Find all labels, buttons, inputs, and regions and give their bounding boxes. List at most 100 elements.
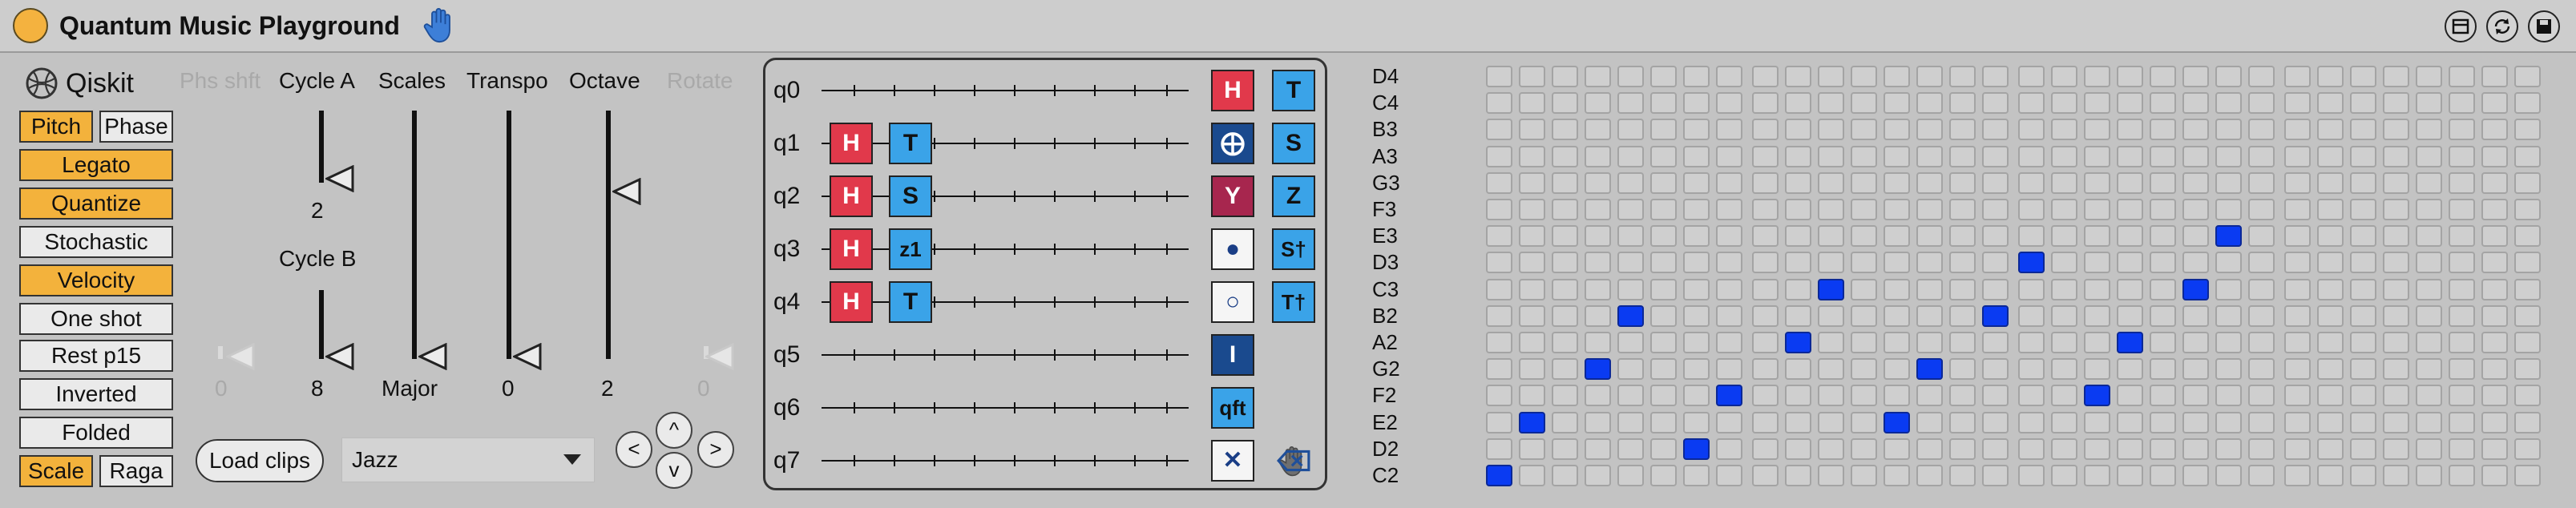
piano-roll-cell[interactable] xyxy=(2416,278,2442,300)
piano-roll-cell[interactable] xyxy=(2084,411,2110,433)
piano-roll-cell[interactable] xyxy=(1585,332,1611,353)
piano-roll-cell[interactable] xyxy=(1617,92,1644,115)
piano-roll-cell[interactable] xyxy=(2182,358,2209,381)
piano-roll-cell[interactable] xyxy=(1519,278,1545,300)
piano-roll-cell[interactable] xyxy=(2117,278,2143,300)
piano-roll-cell[interactable] xyxy=(2481,304,2508,327)
piano-roll-cell[interactable] xyxy=(1585,385,1611,407)
piano-roll-cell[interactable] xyxy=(1486,411,1512,433)
piano-roll-cell[interactable] xyxy=(1650,145,1677,167)
cycle-b-slider[interactable] xyxy=(319,290,324,359)
piano-roll-cell[interactable] xyxy=(2416,225,2442,248)
piano-roll-cell[interactable] xyxy=(1818,225,1844,248)
piano-roll-cell[interactable] xyxy=(2317,145,2344,167)
piano-roll-cell[interactable] xyxy=(2248,92,2275,115)
piano-roll-cell[interactable] xyxy=(1552,119,1578,141)
piano-roll-cell[interactable] xyxy=(1785,92,1811,115)
piano-roll-cell[interactable] xyxy=(1650,92,1677,115)
piano-roll-cell[interactable] xyxy=(1916,66,1943,87)
piano-roll-cell[interactable] xyxy=(1752,225,1779,248)
piano-roll-cell[interactable] xyxy=(2150,92,2176,115)
piano-roll-cell[interactable] xyxy=(2416,332,2442,353)
piano-roll-cell[interactable] xyxy=(1650,358,1677,381)
piano-roll-cell[interactable] xyxy=(1982,358,2009,381)
piano-roll-cell[interactable] xyxy=(2317,411,2344,433)
piano-roll-cell[interactable] xyxy=(1785,385,1811,407)
piano-roll-cell[interactable] xyxy=(2317,358,2344,381)
piano-roll-cell[interactable] xyxy=(1552,225,1578,248)
piano-roll-cell[interactable] xyxy=(2514,92,2541,115)
piano-roll-cell[interactable] xyxy=(1818,304,1844,327)
piano-roll-cell[interactable] xyxy=(2481,225,2508,248)
piano-roll-cell[interactable] xyxy=(1851,66,1877,87)
piano-roll-cell-active[interactable] xyxy=(2117,332,2143,353)
piano-roll-cell[interactable] xyxy=(2117,92,2143,115)
piano-roll-cell[interactable] xyxy=(1617,278,1644,300)
piano-roll-cell[interactable] xyxy=(2284,358,2311,381)
piano-roll-cell[interactable] xyxy=(1552,358,1578,381)
piano-roll-cell[interactable] xyxy=(2481,171,2508,194)
piano-roll-cell[interactable] xyxy=(1519,465,1545,486)
piano-roll-cell[interactable] xyxy=(2248,411,2275,433)
piano-roll-cell[interactable] xyxy=(2051,437,2077,460)
piano-roll-cell[interactable] xyxy=(2018,225,2045,248)
piano-roll-cell[interactable] xyxy=(1650,66,1677,87)
piano-roll-cell[interactable] xyxy=(1552,385,1578,407)
piano-roll-cell[interactable] xyxy=(2416,358,2442,381)
piano-roll-cell[interactable] xyxy=(2383,304,2409,327)
clip-select-dropdown[interactable]: Jazz xyxy=(341,437,595,482)
piano-roll-cell[interactable] xyxy=(1818,171,1844,194)
piano-roll-cell[interactable] xyxy=(2449,66,2475,87)
piano-roll-cell[interactable] xyxy=(2383,119,2409,141)
piano-roll-cell[interactable] xyxy=(1752,252,1779,274)
piano-roll-cell[interactable] xyxy=(1716,225,1742,248)
piano-roll-cell[interactable] xyxy=(1585,119,1611,141)
piano-roll-cell[interactable] xyxy=(1683,385,1710,407)
piano-roll-cell[interactable] xyxy=(1752,66,1779,87)
piano-roll-cell[interactable] xyxy=(2449,332,2475,353)
piano-roll-cell[interactable] xyxy=(2514,385,2541,407)
piano-roll-cell[interactable] xyxy=(1650,385,1677,407)
piano-roll-cell[interactable] xyxy=(1785,465,1811,486)
piano-roll-cell[interactable] xyxy=(2084,199,2110,220)
piano-roll-cell[interactable] xyxy=(2449,411,2475,433)
piano-roll-cell[interactable] xyxy=(1650,171,1677,194)
piano-roll-cell[interactable] xyxy=(2449,225,2475,248)
piano-roll-cell[interactable] xyxy=(1752,304,1779,327)
load-clips-button[interactable]: Load clips xyxy=(196,439,324,482)
piano-roll-cell[interactable] xyxy=(2117,465,2143,486)
phs-shft-thumb[interactable] xyxy=(226,343,256,370)
piano-roll-cell[interactable] xyxy=(1851,358,1877,381)
piano-roll-cell[interactable] xyxy=(2215,437,2242,460)
piano-roll-cell[interactable] xyxy=(1585,145,1611,167)
piano-roll-cell[interactable] xyxy=(1486,304,1512,327)
piano-roll-cell[interactable] xyxy=(1486,199,1512,220)
piano-roll-cell[interactable] xyxy=(1519,437,1545,460)
piano-roll-cell[interactable] xyxy=(2084,92,2110,115)
piano-roll-cell[interactable] xyxy=(2248,171,2275,194)
piano-roll-cell[interactable] xyxy=(2317,332,2344,353)
piano-roll-cell[interactable] xyxy=(1982,437,2009,460)
piano-roll-cell[interactable] xyxy=(1752,92,1779,115)
piano-roll-cell[interactable] xyxy=(2018,66,2045,87)
piano-roll-cell[interactable] xyxy=(2383,145,2409,167)
placed-gate-h-q2[interactable]: H xyxy=(830,175,873,217)
piano-roll-cell[interactable] xyxy=(2084,225,2110,248)
piano-roll-cell[interactable] xyxy=(2514,304,2541,327)
piano-roll-cell[interactable] xyxy=(1650,304,1677,327)
piano-roll-cell[interactable] xyxy=(1486,92,1512,115)
piano-roll-cell[interactable] xyxy=(1949,385,1976,407)
piano-roll-cell[interactable] xyxy=(1585,252,1611,274)
piano-roll-cell[interactable] xyxy=(2383,385,2409,407)
piano-roll-cell[interactable] xyxy=(2051,252,2077,274)
palette-gate-h[interactable]: H xyxy=(1211,70,1254,111)
piano-roll-cell[interactable] xyxy=(2317,385,2344,407)
piano-roll-cell[interactable] xyxy=(1486,225,1512,248)
piano-roll-cell[interactable] xyxy=(2481,145,2508,167)
nav-up-button[interactable]: ^ xyxy=(656,412,692,449)
piano-roll-cell[interactable] xyxy=(2317,92,2344,115)
piano-roll-cell[interactable] xyxy=(2350,66,2376,87)
palette-gate-s-dagger[interactable]: S† xyxy=(1272,228,1315,270)
piano-roll-cell[interactable] xyxy=(2449,119,2475,141)
piano-roll-cell[interactable] xyxy=(2416,199,2442,220)
